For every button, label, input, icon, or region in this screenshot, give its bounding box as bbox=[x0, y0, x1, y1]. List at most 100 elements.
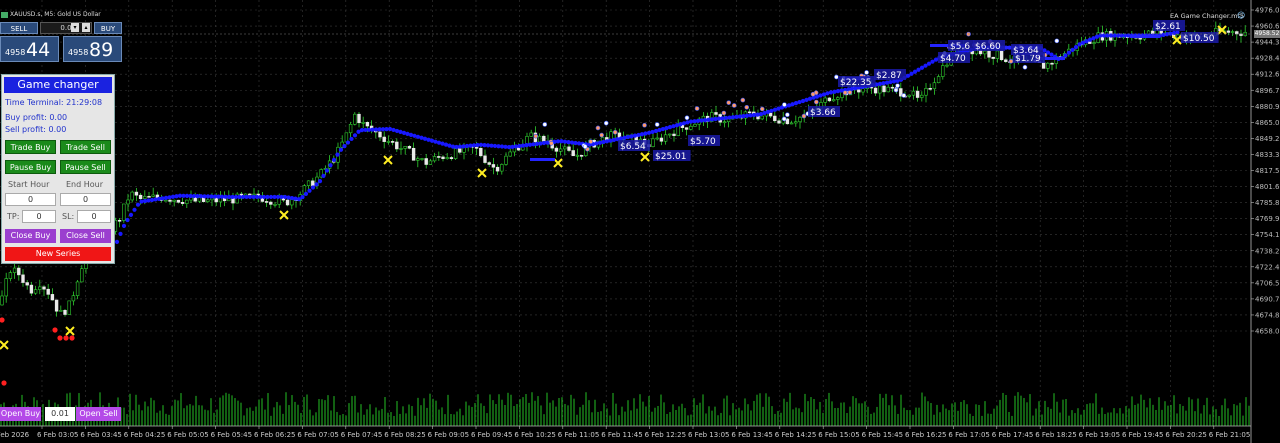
candle-body bbox=[269, 201, 273, 205]
sell-entry-dot bbox=[69, 335, 75, 341]
trend-dot bbox=[125, 217, 130, 223]
time-tick-label: 6 Feb 03:45 bbox=[80, 431, 121, 439]
trend-dot bbox=[135, 202, 141, 207]
lot-increase-icon[interactable]: ▴ bbox=[82, 23, 90, 32]
pause-buy-button[interactable]: Pause Buy bbox=[5, 160, 56, 174]
candle-body bbox=[1004, 59, 1008, 62]
candle-body bbox=[500, 164, 504, 172]
profit-label: $10.50 bbox=[1183, 34, 1215, 44]
price-axis: 4976.004960.624944.304928.474912.604896.… bbox=[1251, 7, 1280, 336]
sell-quote[interactable]: 4958 44 bbox=[0, 36, 59, 62]
candle-body bbox=[777, 120, 781, 124]
trend-dot bbox=[300, 194, 305, 200]
candle-body bbox=[836, 97, 840, 100]
candle-body bbox=[911, 90, 916, 96]
order-dot bbox=[842, 90, 848, 96]
trend-dot bbox=[286, 195, 291, 200]
time-tick-label: 6 Feb 06:25 bbox=[254, 431, 295, 439]
candle-body bbox=[886, 86, 890, 93]
tp-input[interactable]: 0 bbox=[22, 210, 56, 223]
candle-body bbox=[920, 94, 924, 98]
start-hour-input[interactable]: 0 bbox=[5, 193, 56, 206]
candle-body bbox=[80, 268, 84, 283]
trend-dot bbox=[625, 134, 631, 140]
candle-body bbox=[508, 151, 512, 157]
candle-body bbox=[432, 156, 437, 162]
order-dot bbox=[781, 116, 787, 122]
sl-label: SL: bbox=[62, 212, 75, 221]
price-tick-label: 4769.95 bbox=[1255, 215, 1280, 223]
order-dot bbox=[731, 103, 737, 108]
time-tick-label: 6 Feb 15:05 bbox=[818, 431, 859, 439]
time-tick-label: 6 Feb 08:25 bbox=[384, 431, 425, 439]
trend-dot bbox=[604, 139, 610, 144]
candle-body bbox=[12, 267, 17, 273]
sell-entry-dot bbox=[1, 380, 7, 386]
time-tick-label: 6 Feb 19:05 bbox=[1079, 431, 1120, 439]
trend-dot bbox=[916, 67, 921, 72]
time-tick-label: 6 Feb 19:45 bbox=[1122, 431, 1163, 439]
lot-decrease-icon[interactable]: ▾ bbox=[71, 23, 79, 32]
pause-sell-button[interactable]: Pause Sell bbox=[60, 160, 111, 174]
candle-body bbox=[794, 121, 798, 124]
candle-body bbox=[760, 115, 764, 120]
candle-body bbox=[491, 164, 496, 168]
end-hour-label: End Hour bbox=[66, 180, 104, 189]
price-tick-label: 4738.25 bbox=[1255, 247, 1280, 255]
order-dot bbox=[847, 90, 853, 95]
trend-dot bbox=[639, 132, 645, 137]
trend-dot bbox=[828, 90, 834, 95]
candle-body bbox=[1226, 30, 1231, 33]
new-series-button[interactable]: New Series bbox=[5, 247, 111, 261]
close-buy-button[interactable]: Close Buy bbox=[5, 229, 56, 243]
price-chart[interactable]: $25.01$5.70 $22.35 $3.66 $2.87 $10.50$2.61 $6… bbox=[0, 0, 1280, 443]
candle-body bbox=[483, 155, 487, 163]
candle-body bbox=[831, 99, 836, 102]
buy-button[interactable]: BUY bbox=[94, 22, 122, 34]
candle-body bbox=[357, 113, 361, 124]
trend-dot bbox=[597, 140, 603, 145]
price-tick-label: 4785.80 bbox=[1255, 199, 1280, 207]
candle-body bbox=[873, 87, 878, 94]
candle-body bbox=[416, 158, 420, 161]
candle-body bbox=[987, 50, 991, 58]
candle-body bbox=[382, 136, 386, 142]
trend-dot bbox=[646, 130, 652, 135]
order-dot bbox=[744, 105, 750, 110]
price-tick-label: 4976.00 bbox=[1255, 7, 1280, 15]
trade-sell-button[interactable]: Trade Sell bbox=[60, 140, 111, 154]
end-hour-input[interactable]: 0 bbox=[60, 193, 111, 206]
order-dot bbox=[864, 70, 869, 75]
candle-body bbox=[25, 282, 29, 286]
profit-label: $3.66 bbox=[810, 108, 836, 118]
profit-label: $22.35 bbox=[840, 78, 872, 88]
open-sell-button[interactable]: Open Sell bbox=[76, 407, 121, 421]
trend-dot bbox=[324, 168, 330, 173]
bottom-lot-input[interactable]: 0.01 bbox=[45, 407, 75, 421]
trend-dot bbox=[1070, 47, 1075, 53]
candle-body bbox=[693, 123, 697, 127]
close-sell-button[interactable]: Close Sell bbox=[60, 229, 111, 243]
candle-body bbox=[428, 160, 433, 165]
smiley-icon[interactable]: ☺ bbox=[1237, 11, 1247, 20]
trend-dot bbox=[905, 73, 911, 78]
candle-body bbox=[672, 133, 676, 136]
trend-dot bbox=[1066, 50, 1072, 55]
candle-body bbox=[890, 86, 895, 89]
trend-dot bbox=[608, 138, 613, 143]
time-terminal: Time Terminal: 21:29:08 bbox=[5, 98, 103, 107]
trade-buy-button[interactable]: Trade Buy bbox=[5, 140, 56, 154]
trend-dot bbox=[618, 136, 624, 141]
candle-body bbox=[537, 135, 542, 143]
sl-input[interactable]: 0 bbox=[77, 210, 111, 223]
trend-dot bbox=[293, 196, 298, 201]
time-tick-label: 6 Feb 12:25 bbox=[645, 431, 686, 439]
buy-quote[interactable]: 4958 89 bbox=[63, 36, 122, 62]
candle-body bbox=[1230, 31, 1235, 33]
open-buy-button[interactable]: Open Buy bbox=[0, 407, 41, 421]
sell-button[interactable]: SELL bbox=[0, 22, 38, 34]
candle-body bbox=[563, 146, 567, 150]
candle-body bbox=[655, 137, 659, 140]
candle-body bbox=[424, 158, 428, 165]
candle-body bbox=[882, 85, 886, 93]
